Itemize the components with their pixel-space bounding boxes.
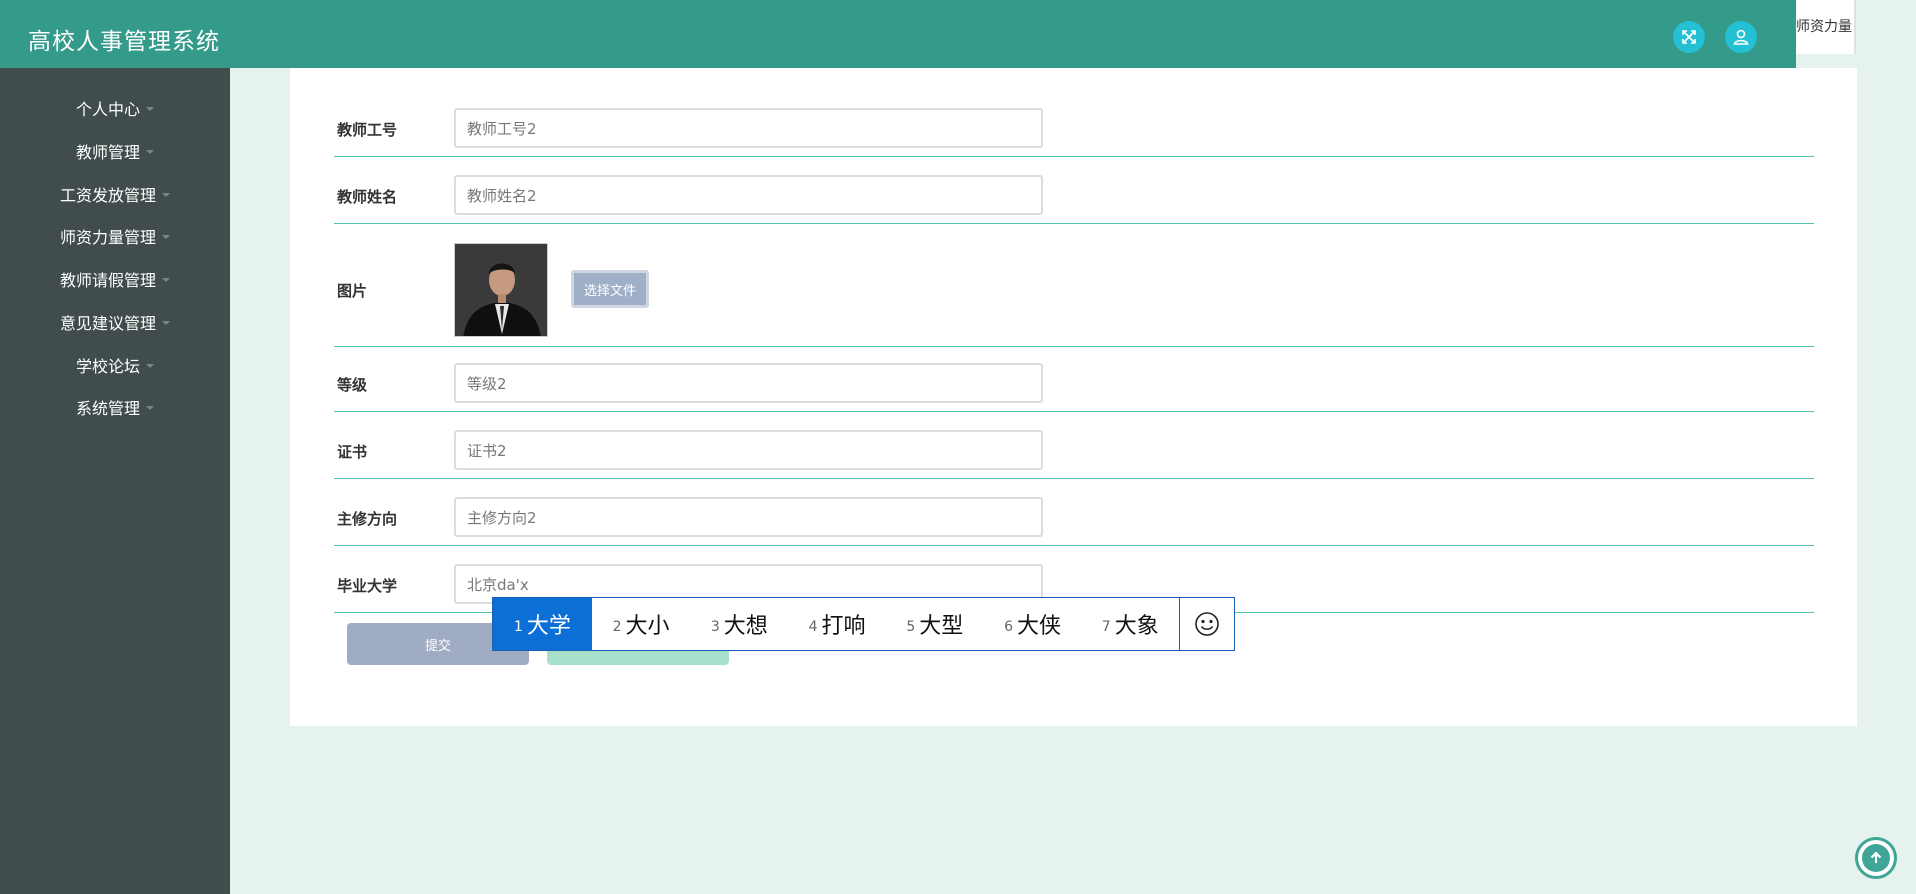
sidebar-item-label: 意见建议管理	[59, 314, 156, 333]
ime-candidate[interactable]: 2 大小	[592, 598, 691, 650]
caret-down-icon	[162, 193, 170, 197]
sidebar-item-faculty-management[interactable]: 师资力量管理	[0, 221, 230, 251]
sidebar-item-label: 工资发放管理	[59, 186, 156, 205]
ime-candidate[interactable]: 6 大侠	[984, 598, 1082, 650]
sidebar-item-school-forum[interactable]: 学校论坛	[0, 350, 230, 380]
caret-down-icon	[162, 278, 170, 282]
ime-candidate[interactable]: 4 打响	[788, 598, 886, 650]
sidebar-item-label: 教师管理	[75, 143, 140, 162]
sidebar: 个人中心 教师管理 工资发放管理 师资力量管理 教师请假管理 意见建议管理 学校…	[0, 68, 230, 894]
form-row-major: 主修方向	[334, 493, 1814, 546]
form-row-teacher-name: 教师姓名	[334, 171, 1814, 224]
sidebar-item-teacher-management[interactable]: 教师管理	[0, 136, 230, 166]
teacher-photo	[454, 243, 548, 337]
caret-down-icon	[146, 406, 154, 410]
sidebar-item-personal-center[interactable]: 个人中心	[0, 93, 230, 123]
caret-down-icon	[146, 150, 154, 154]
certificate-input[interactable]	[454, 430, 1043, 470]
sidebar-item-label: 个人中心	[75, 100, 140, 119]
tab-teacher-strength[interactable]: 师资力量	[1796, 0, 1856, 54]
fullscreen-icon	[1682, 30, 1696, 44]
university-label: 毕业大学	[337, 577, 398, 595]
sidebar-item-system-management[interactable]: 系统管理	[0, 392, 230, 422]
level-input[interactable]	[454, 363, 1043, 403]
sidebar-item-feedback-management[interactable]: 意见建议管理	[0, 307, 230, 337]
photo-label: 图片	[337, 282, 368, 300]
sidebar-item-salary-management[interactable]: 工资发放管理	[0, 179, 230, 209]
sidebar-item-label: 教师请假管理	[59, 271, 156, 290]
choose-file-button[interactable]: 选择文件	[571, 270, 649, 308]
ime-candidate[interactable]: 5 大型	[886, 598, 984, 650]
major-input[interactable]	[454, 497, 1043, 537]
form-row-teacher-id: 教师工号	[334, 104, 1814, 157]
ime-candidate-bar: 1 大学 2 大小 3 大想 4 打响 5 大型 6 大侠 7 大象	[492, 597, 1235, 651]
form-row-photo: 图片 选择文件	[334, 225, 1814, 347]
teacher-id-input[interactable]	[454, 108, 1043, 148]
scroll-to-top-button[interactable]	[1855, 837, 1897, 879]
user-button[interactable]	[1725, 21, 1757, 53]
form-row-level: 等级	[334, 359, 1814, 412]
ime-candidate[interactable]: 3 大想	[690, 598, 788, 650]
user-icon	[1733, 29, 1749, 45]
emoji-icon[interactable]	[1179, 598, 1234, 650]
teacher-name-label: 教师姓名	[337, 188, 398, 206]
caret-down-icon	[162, 235, 170, 239]
tab-label: 师资力量	[1796, 19, 1852, 35]
caret-down-icon	[146, 107, 154, 111]
ime-candidate[interactable]: 1 大学	[493, 598, 592, 650]
arrow-up-icon	[1862, 844, 1890, 872]
sidebar-item-label: 学校论坛	[75, 357, 140, 376]
teacher-name-input[interactable]	[454, 175, 1043, 215]
ime-candidate[interactable]: 7 大象	[1081, 598, 1179, 650]
sidebar-item-label: 系统管理	[75, 399, 140, 418]
level-label: 等级	[337, 376, 368, 394]
sidebar-item-leave-management[interactable]: 教师请假管理	[0, 264, 230, 294]
sidebar-item-label: 师资力量管理	[59, 228, 156, 247]
major-label: 主修方向	[337, 510, 398, 528]
form-row-certificate: 证书	[334, 426, 1814, 479]
teacher-id-label: 教师工号	[337, 121, 398, 139]
top-header: 高校人事管理系统	[0, 0, 1796, 68]
app-title: 高校人事管理系统	[28, 29, 220, 55]
caret-down-icon	[162, 321, 170, 325]
fullscreen-button[interactable]	[1673, 21, 1705, 53]
caret-down-icon	[146, 364, 154, 368]
certificate-label: 证书	[337, 443, 368, 461]
